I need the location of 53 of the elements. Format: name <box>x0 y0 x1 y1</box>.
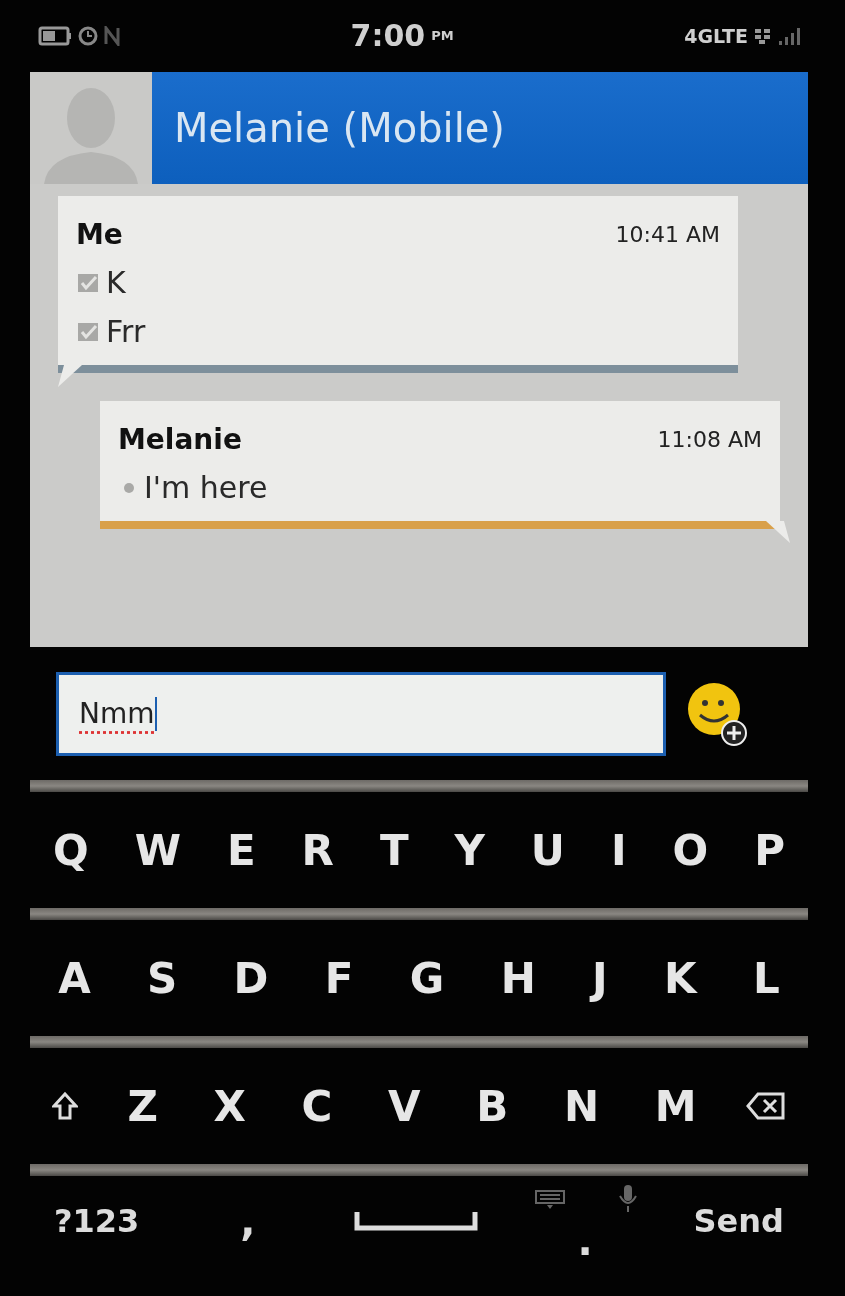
keyboard-key[interactable]: N <box>555 1077 608 1135</box>
keyboard-key[interactable]: R <box>293 821 342 879</box>
keyboard-key[interactable]: M <box>646 1077 705 1135</box>
keyboard-key[interactable]: X <box>205 1077 254 1135</box>
shift-icon <box>51 1091 78 1122</box>
symbols-key[interactable]: ?123 <box>50 1200 144 1242</box>
keyboard-key[interactable]: U <box>522 821 573 879</box>
dots-icon <box>754 26 772 45</box>
status-time: 7:00 <box>350 18 426 54</box>
keyboard-key[interactable]: F <box>316 949 362 1007</box>
keyboard-key[interactable]: E <box>218 821 264 879</box>
keyboard-key[interactable]: V <box>380 1077 429 1135</box>
battery-icon <box>38 25 72 46</box>
backspace-icon <box>746 1091 787 1122</box>
keyboard-key[interactable]: Z <box>119 1077 166 1135</box>
signal-icon <box>778 25 800 46</box>
keyboard-key[interactable]: C <box>293 1077 341 1135</box>
keyboard-key[interactable]: T <box>371 821 417 879</box>
keyboard-icon <box>535 1190 565 1210</box>
keyboard-key[interactable]: D <box>225 949 277 1007</box>
message-field[interactable]: Nmm <box>56 671 666 756</box>
meridiem-label: PM <box>431 28 454 44</box>
keyboard-key[interactable]: A <box>50 949 99 1007</box>
message-text: Frr <box>106 314 146 350</box>
keyboard-key[interactable]: J <box>584 949 616 1007</box>
message-text: K <box>106 265 126 301</box>
keyboard-key[interactable]: B <box>468 1077 517 1135</box>
chat-title: Melanie (Mobile) <box>152 71 808 185</box>
keyboard-key[interactable]: P <box>746 821 793 879</box>
message-time: 11:08 AM <box>657 427 762 453</box>
period-key[interactable]: . <box>573 1216 597 1266</box>
network-label: 4GLTE <box>684 24 748 47</box>
clock-icon <box>78 25 98 46</box>
notification-icon <box>104 25 120 46</box>
microphone-icon <box>618 1184 638 1214</box>
keyboard-key[interactable]: H <box>492 949 544 1007</box>
smiley-add-icon <box>686 680 748 747</box>
message-text: I'm here <box>144 470 268 506</box>
comma-key[interactable]: , <box>236 1196 260 1246</box>
space-bar-icon <box>354 1210 479 1232</box>
keyboard-key[interactable]: I <box>602 821 635 879</box>
sender-name: Melanie <box>118 423 242 457</box>
keyboard-key[interactable]: K <box>656 949 705 1007</box>
keyboard-key[interactable]: Q <box>44 821 97 879</box>
send-key[interactable]: Send <box>689 1200 788 1242</box>
keyboard-key[interactable]: L <box>744 949 788 1007</box>
keyboard-key[interactable]: Y <box>446 821 493 879</box>
keyboard-key[interactable]: G <box>401 949 453 1007</box>
keyboard-key[interactable]: O <box>664 821 717 879</box>
keyboard-key[interactable]: S <box>139 949 186 1007</box>
keyboard-key[interactable]: W <box>126 821 189 879</box>
sender-name: Me <box>76 218 123 252</box>
message-time: 10:41 AM <box>615 222 720 248</box>
